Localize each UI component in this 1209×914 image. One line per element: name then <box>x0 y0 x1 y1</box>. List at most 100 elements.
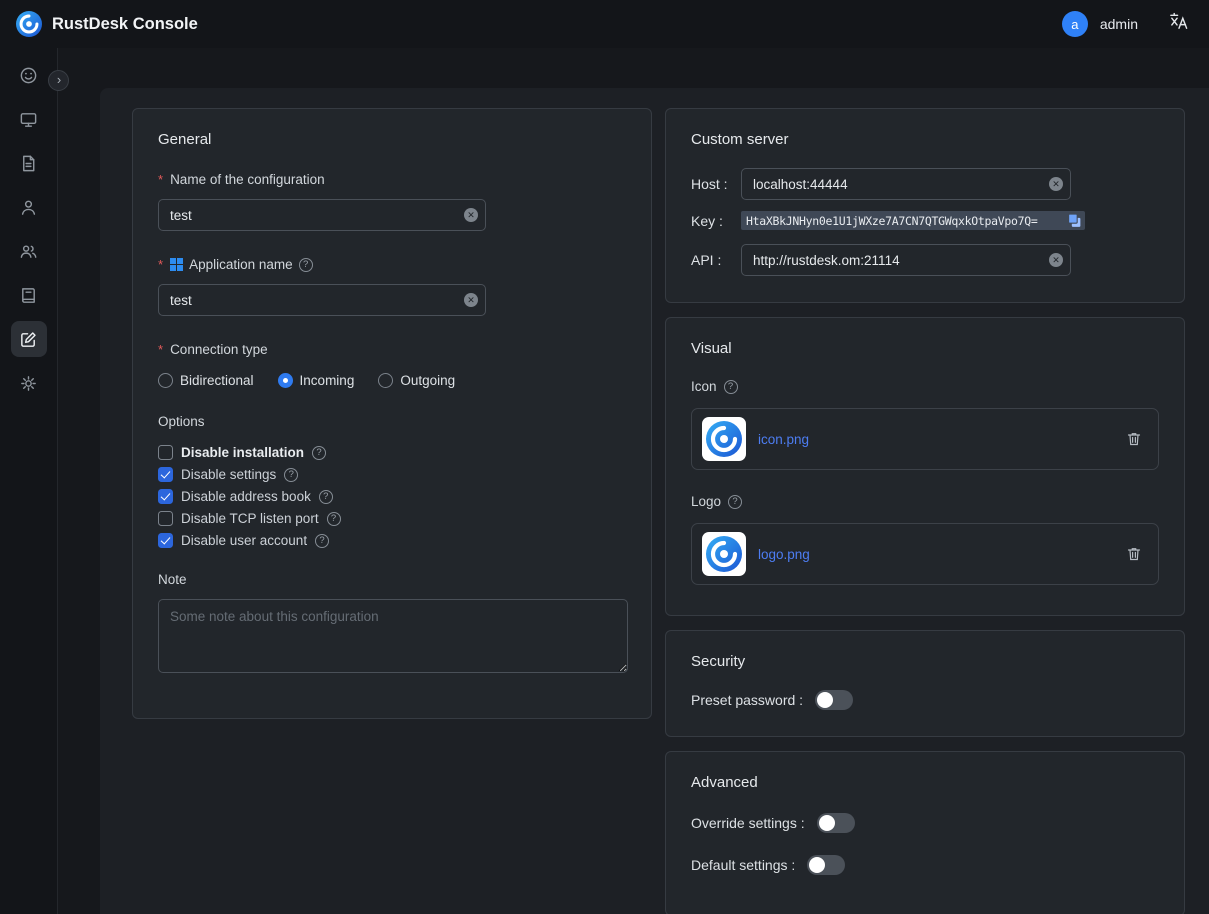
help-icon[interactable]: ? <box>299 258 313 272</box>
checkbox[interactable] <box>158 533 173 548</box>
custom-server-title: Custom server <box>691 131 1159 148</box>
note-textarea[interactable] <box>158 599 628 673</box>
connection-type-label: * Connection type <box>158 342 626 357</box>
delete-icon[interactable] <box>1124 544 1144 564</box>
clear-icon[interactable]: ✕ <box>464 208 478 222</box>
general-card: General * Name of the configuration ✕ * <box>132 108 652 719</box>
option-disable-address-book[interactable]: Disable address book ? <box>158 489 626 504</box>
radio-outgoing[interactable]: Outgoing <box>378 373 455 388</box>
icon-file-box: icon.png <box>691 408 1159 470</box>
help-icon[interactable]: ? <box>284 468 298 482</box>
content-panel: General * Name of the configuration ✕ * <box>100 88 1209 914</box>
radio-control[interactable] <box>158 373 173 388</box>
options-list: Disable installation ? Disable settings … <box>158 445 626 548</box>
help-icon[interactable]: ? <box>312 446 326 460</box>
radio-incoming[interactable]: Incoming <box>278 373 355 388</box>
sidebar <box>0 48 58 914</box>
visual-title: Visual <box>691 340 1159 357</box>
custom-server-card: Custom server Host : ✕ Key : HtaXBkJNHyn… <box>665 108 1185 303</box>
override-settings-toggle[interactable] <box>817 813 855 833</box>
config-name-input[interactable] <box>158 199 486 231</box>
right-column: Custom server Host : ✕ Key : HtaXBkJNHyn… <box>665 108 1185 914</box>
override-settings-label: Override settings : <box>691 815 805 831</box>
topbar-right: a admin <box>1062 8 1193 40</box>
radio-control[interactable] <box>378 373 393 388</box>
app-name-label: * Application name ? <box>158 257 626 272</box>
sidebar-expand-chevron-icon[interactable]: › <box>48 70 69 91</box>
sidebar-item-book-icon[interactable] <box>11 277 47 313</box>
key-row: Key : HtaXBkJNHyn0e1U1jWXze7A7CN7QTGWqxk… <box>691 211 1159 230</box>
connection-type-group: * Connection type Bidirectional Incoming… <box>158 342 626 388</box>
clear-icon[interactable]: ✕ <box>464 293 478 307</box>
advanced-title: Advanced <box>691 774 1159 791</box>
option-disable-settings[interactable]: Disable settings ? <box>158 467 626 482</box>
checkbox[interactable] <box>158 467 173 482</box>
sidebar-item-monitor-icon[interactable] <box>11 101 47 137</box>
config-name-label: * Name of the configuration <box>158 172 626 187</box>
default-settings-toggle[interactable] <box>807 855 845 875</box>
key-value-box: HtaXBkJNHyn0e1U1jWXze7A7CN7QTGWqxkOtpaVp… <box>741 211 1085 230</box>
override-settings-row: Override settings : <box>691 813 1159 833</box>
host-label: Host : <box>691 176 741 192</box>
api-label: API : <box>691 252 741 268</box>
key-value: HtaXBkJNHyn0e1U1jWXze7A7CN7QTGWqxkOtpaVp… <box>746 214 1064 228</box>
general-title: General <box>158 131 626 148</box>
api-input[interactable] <box>741 244 1071 276</box>
security-card: Security Preset password : <box>665 630 1185 737</box>
preset-password-toggle[interactable] <box>815 690 853 710</box>
option-disable-user-account[interactable]: Disable user account ? <box>158 533 626 548</box>
main-content: General * Name of the configuration ✕ * <box>58 48 1209 914</box>
checkbox[interactable] <box>158 445 173 460</box>
sidebar-item-document-icon[interactable] <box>11 145 47 181</box>
note-group: Note <box>158 572 626 678</box>
logo-preview <box>702 532 746 576</box>
avatar[interactable]: a <box>1062 11 1088 37</box>
logo-file-box: logo.png <box>691 523 1159 585</box>
app-name-input[interactable] <box>158 284 486 316</box>
clear-icon[interactable]: ✕ <box>1049 253 1063 267</box>
host-input[interactable] <box>741 168 1071 200</box>
copy-icon[interactable] <box>1067 213 1082 228</box>
visual-card: Visual Icon ? <box>665 317 1185 616</box>
username[interactable]: admin <box>1100 16 1138 32</box>
sidebar-item-user-icon[interactable] <box>11 189 47 225</box>
app-title: RustDesk Console <box>52 15 198 34</box>
clear-icon[interactable]: ✕ <box>1049 177 1063 191</box>
required-asterisk: * <box>158 172 163 187</box>
radio-bidirectional[interactable]: Bidirectional <box>158 373 254 388</box>
preset-password-label: Preset password : <box>691 692 803 708</box>
default-settings-row: Default settings : <box>691 855 1159 875</box>
checkbox[interactable] <box>158 511 173 526</box>
option-disable-tcp-listen-port[interactable]: Disable TCP listen port ? <box>158 511 626 526</box>
radio-control[interactable] <box>278 373 293 388</box>
delete-icon[interactable] <box>1124 429 1144 449</box>
help-icon[interactable]: ? <box>724 380 738 394</box>
note-label: Note <box>158 572 626 587</box>
translate-icon[interactable] <box>1164 8 1193 40</box>
help-icon[interactable]: ? <box>319 490 333 504</box>
logo-filename-link[interactable]: logo.png <box>758 547 1112 562</box>
sidebar-item-gear-icon[interactable] <box>11 365 47 401</box>
brand: RustDesk Console <box>16 11 198 37</box>
default-settings-label: Default settings : <box>691 857 795 873</box>
option-disable-installation[interactable]: Disable installation ? <box>158 445 626 460</box>
help-icon[interactable]: ? <box>327 512 341 526</box>
api-row: API : ✕ <box>691 244 1159 276</box>
icon-filename-link[interactable]: icon.png <box>758 432 1112 447</box>
help-icon[interactable]: ? <box>315 534 329 548</box>
help-icon[interactable]: ? <box>728 495 742 509</box>
advanced-card: Advanced Override settings : Default set… <box>665 751 1185 914</box>
checkbox[interactable] <box>158 489 173 504</box>
sidebar-item-smiley-icon[interactable] <box>11 57 47 93</box>
logo-label-row: Logo ? <box>691 494 1159 509</box>
app-name-group: * Application name ? ✕ <box>158 257 626 316</box>
sidebar-item-users-icon[interactable] <box>11 233 47 269</box>
sidebar-item-edit-icon[interactable] <box>11 321 47 357</box>
required-asterisk: * <box>158 257 163 272</box>
key-label: Key : <box>691 213 741 229</box>
icon-label-row: Icon ? <box>691 379 1159 394</box>
config-name-group: * Name of the configuration ✕ <box>158 172 626 231</box>
security-title: Security <box>691 653 1159 670</box>
options-group: Options Disable installation ? Disable s… <box>158 414 626 548</box>
host-row: Host : ✕ <box>691 168 1159 200</box>
